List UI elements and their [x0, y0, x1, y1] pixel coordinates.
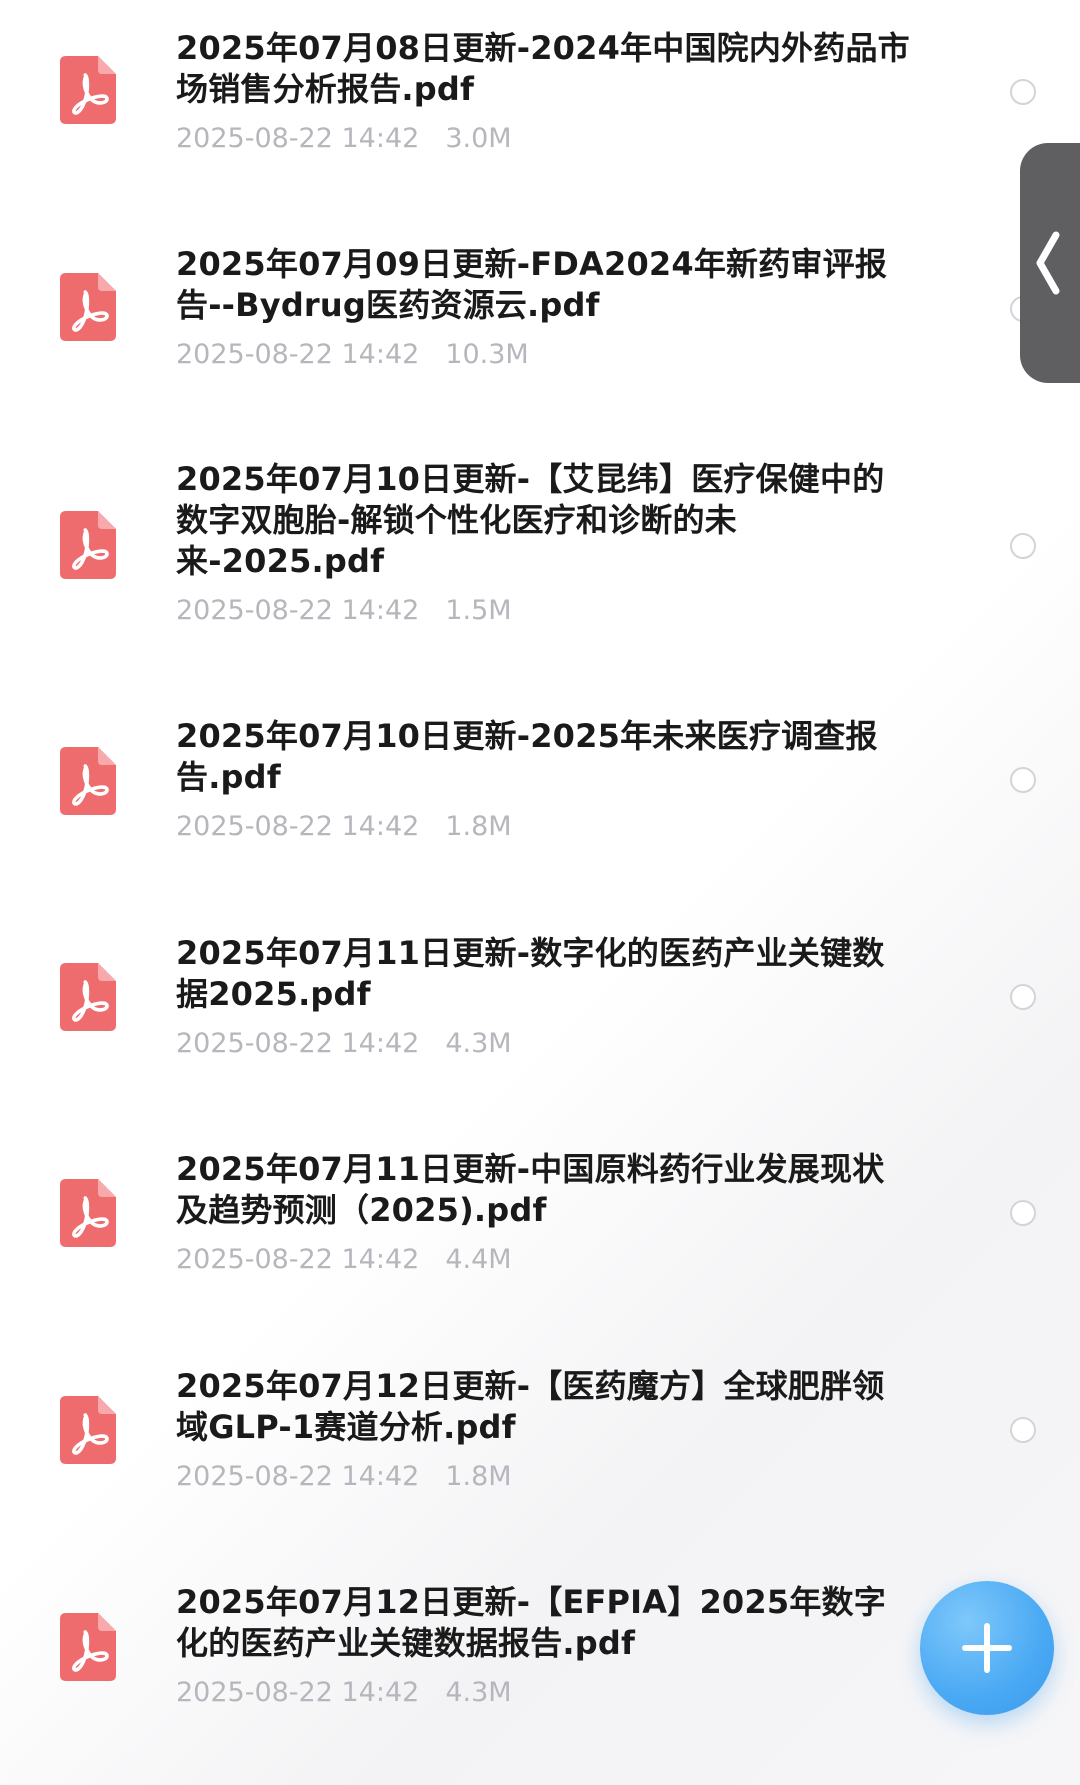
file-list-item[interactable]: 2025年07月12日更新-【EFPIA】2025年数字化的医药产业关键数据报告…	[0, 1558, 1080, 1758]
file-list-item[interactable]: 2025年07月11日更新-中国原料药行业发展现状及趋势预测（2025).pdf…	[0, 1124, 1080, 1324]
select-radio[interactable]	[1010, 1417, 1036, 1443]
file-list-item[interactable]: 2025年07月09日更新-FDA2024年新药审评报告--Bydrug医药资源…	[0, 217, 1080, 417]
select-radio[interactable]	[1010, 533, 1036, 559]
plus-icon	[962, 1623, 1012, 1673]
file-list-item[interactable]: 2025年07月08日更新-2024年中国院内外药品市场销售分析报告.pdf 2…	[0, 0, 1080, 200]
file-list-item[interactable]: 2025年07月10日更新-【艾昆纬】医疗保健中的数字双胞胎-解锁个性化医疗和诊…	[0, 434, 1080, 634]
pdf-file-icon	[60, 511, 116, 579]
pdf-file-icon	[60, 747, 116, 815]
select-radio[interactable]	[1010, 984, 1036, 1010]
file-meta: 2025-08-22 14:42 4.3M	[176, 1027, 916, 1061]
file-size: 3.0M	[445, 123, 512, 154]
file-list-item[interactable]: 2025年07月11日更新-数字化的医药产业关键数据2025.pdf 2025-…	[0, 907, 1080, 1107]
file-size: 1.5M	[445, 595, 512, 626]
file-date: 2025-08-22 14:42	[176, 811, 420, 842]
add-button[interactable]	[920, 1581, 1054, 1715]
file-size: 4.4M	[445, 1244, 512, 1275]
file-size: 4.3M	[445, 1677, 512, 1708]
file-date: 2025-08-22 14:42	[176, 1244, 420, 1275]
file-date: 2025-08-22 14:42	[176, 339, 420, 370]
pdf-file-icon	[60, 963, 116, 1031]
file-name: 2025年07月10日更新-2025年未来医疗调查报告.pdf	[176, 717, 878, 796]
file-list-item[interactable]: 2025年07月10日更新-2025年未来医疗调查报告.pdf 2025-08-…	[0, 690, 1080, 890]
file-meta: 2025-08-22 14:42 4.3M	[176, 1676, 916, 1710]
file-name: 2025年07月08日更新-2024年中国院内外药品市场销售分析报告.pdf	[176, 29, 910, 108]
file-meta: 2025-08-22 14:42 1.8M	[176, 810, 916, 844]
file-info: 2025年07月08日更新-2024年中国院内外药品市场销售分析报告.pdf 2…	[176, 28, 916, 156]
file-name: 2025年07月09日更新-FDA2024年新药审评报告--Bydrug医药资源…	[176, 245, 888, 324]
select-radio[interactable]	[1010, 79, 1036, 105]
file-size: 1.8M	[445, 1461, 512, 1492]
file-name: 2025年07月11日更新-中国原料药行业发展现状及趋势预测（2025).pdf	[176, 1150, 885, 1229]
file-meta: 2025-08-22 14:42 3.0M	[176, 122, 916, 156]
file-info: 2025年07月11日更新-中国原料药行业发展现状及趋势预测（2025).pdf…	[176, 1149, 916, 1277]
file-info: 2025年07月09日更新-FDA2024年新药审评报告--Bydrug医药资源…	[176, 244, 916, 372]
file-name: 2025年07月10日更新-【艾昆纬】医疗保健中的数字双胞胎-解锁个性化医疗和诊…	[176, 460, 885, 580]
file-date: 2025-08-22 14:42	[176, 123, 420, 154]
file-size: 4.3M	[445, 1028, 512, 1059]
file-name: 2025年07月12日更新-【医药魔方】全球肥胖领域GLP-1赛道分析.pdf	[176, 1367, 885, 1446]
file-date: 2025-08-22 14:42	[176, 1677, 420, 1708]
pdf-file-icon	[60, 1179, 116, 1247]
select-radio[interactable]	[1010, 767, 1036, 793]
file-meta: 2025-08-22 14:42 1.5M	[176, 594, 916, 628]
pdf-file-icon	[60, 1613, 116, 1681]
file-info: 2025年07月10日更新-【艾昆纬】医疗保健中的数字双胞胎-解锁个性化医疗和诊…	[176, 459, 916, 628]
file-size: 10.3M	[445, 339, 529, 370]
select-radio[interactable]	[1010, 1200, 1036, 1226]
file-date: 2025-08-22 14:42	[176, 1028, 420, 1059]
file-info: 2025年07月12日更新-【EFPIA】2025年数字化的医药产业关键数据报告…	[176, 1582, 916, 1710]
file-date: 2025-08-22 14:42	[176, 1461, 420, 1492]
pdf-file-icon	[60, 56, 116, 124]
file-name: 2025年07月11日更新-数字化的医药产业关键数据2025.pdf	[176, 934, 885, 1013]
file-name: 2025年07月12日更新-【EFPIA】2025年数字化的医药产业关键数据报告…	[176, 1583, 886, 1662]
file-meta: 2025-08-22 14:42 1.8M	[176, 1460, 916, 1494]
file-info: 2025年07月10日更新-2025年未来医疗调查报告.pdf 2025-08-…	[176, 716, 916, 844]
pdf-file-icon	[60, 1396, 116, 1464]
file-list-item[interactable]: 2025年07月12日更新-【医药魔方】全球肥胖领域GLP-1赛道分析.pdf …	[0, 1341, 1080, 1541]
file-meta: 2025-08-22 14:42 4.4M	[176, 1243, 916, 1277]
file-info: 2025年07月11日更新-数字化的医药产业关键数据2025.pdf 2025-…	[176, 933, 916, 1061]
side-panel-handle[interactable]	[1020, 143, 1080, 383]
pdf-file-icon	[60, 273, 116, 341]
chevron-left-icon	[1036, 231, 1060, 295]
file-size: 1.8M	[445, 811, 512, 842]
file-meta: 2025-08-22 14:42 10.3M	[176, 338, 916, 372]
file-list-screen: 2025年07月08日更新-2024年中国院内外药品市场销售分析报告.pdf 2…	[0, 0, 1080, 1785]
file-date: 2025-08-22 14:42	[176, 595, 420, 626]
file-info: 2025年07月12日更新-【医药魔方】全球肥胖领域GLP-1赛道分析.pdf …	[176, 1366, 916, 1494]
